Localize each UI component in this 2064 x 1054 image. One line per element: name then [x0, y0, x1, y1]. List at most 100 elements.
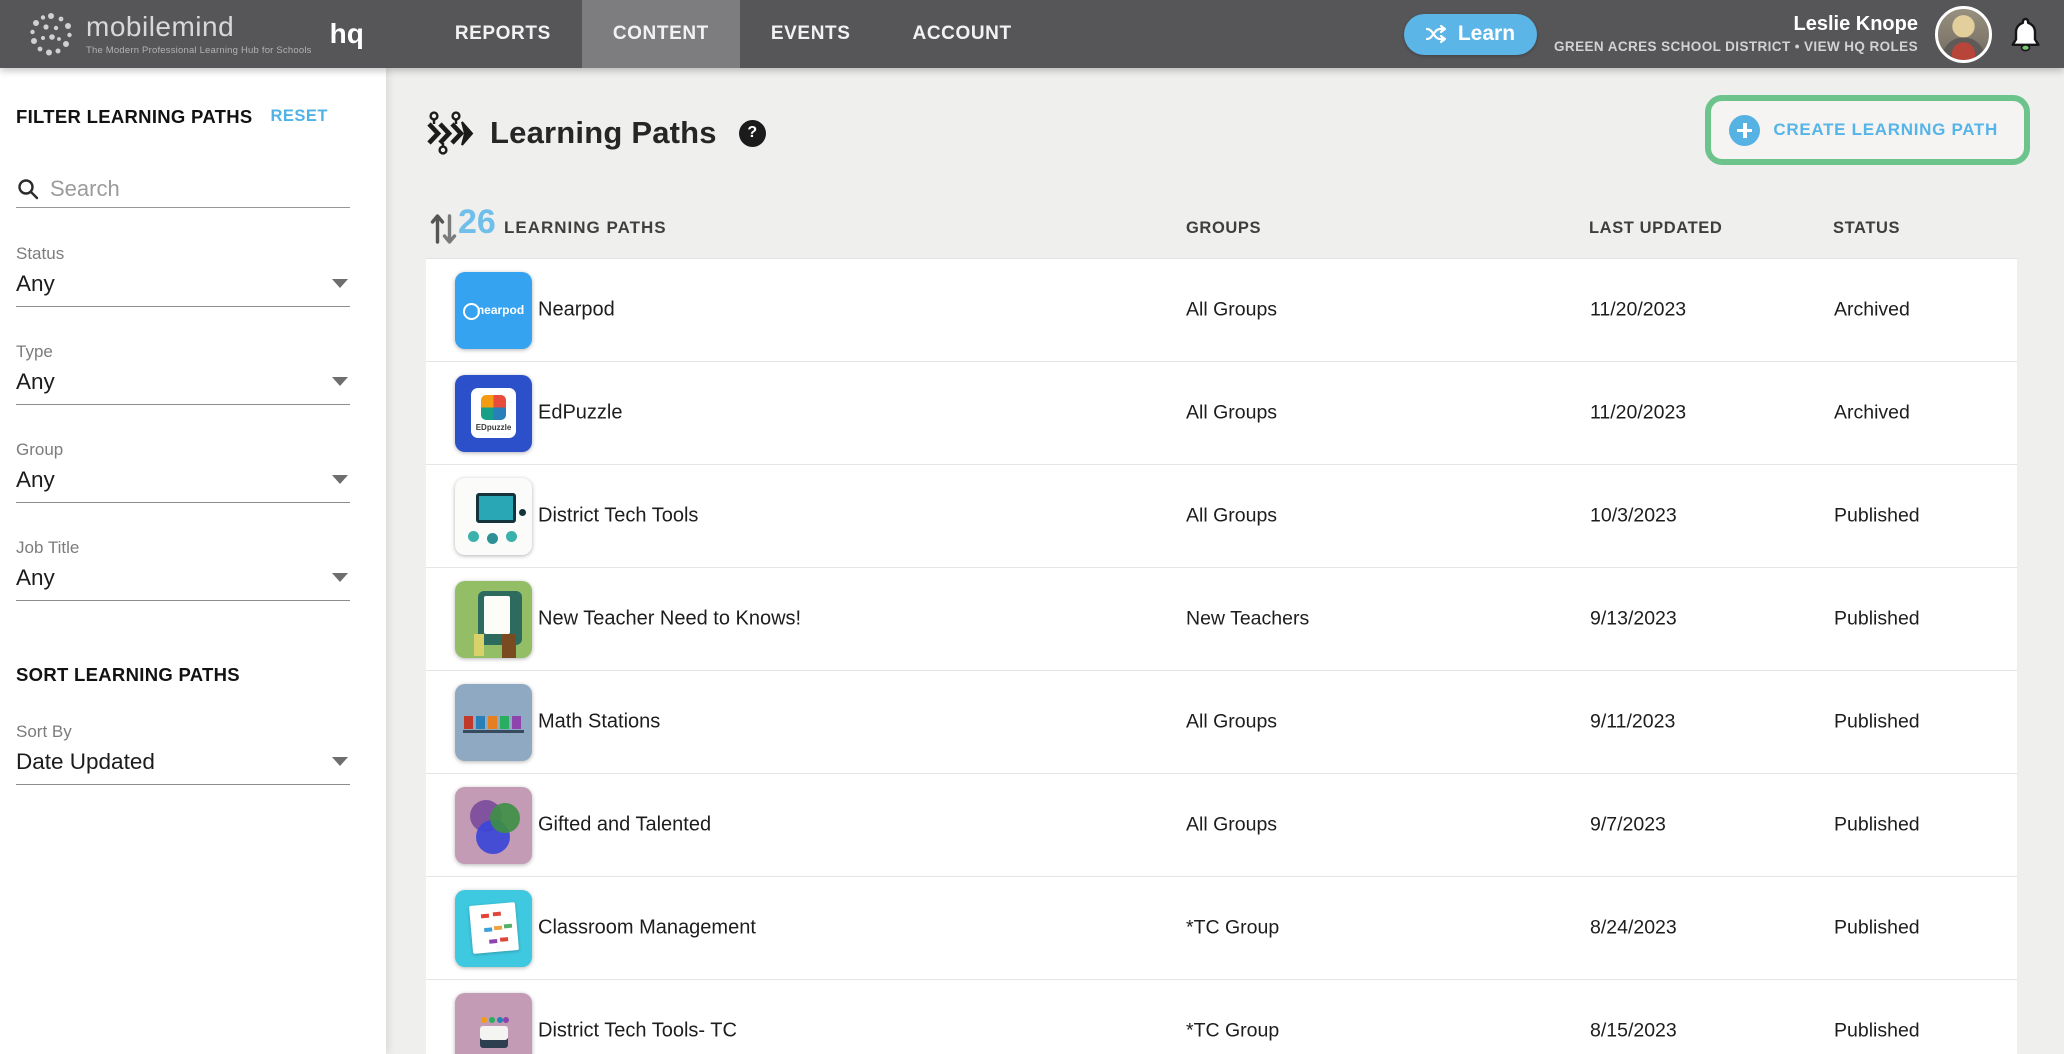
- filter-selected-value: Any: [16, 467, 350, 493]
- navbar-right: Learn Leslie Knope GREEN ACRES SCHOOL DI…: [1404, 6, 2064, 63]
- learning-path-group: New Teachers: [1186, 608, 1309, 631]
- filter-sidebar: FILTER LEARNING PATHS RESET Status Any T…: [0, 68, 386, 1054]
- filter-label: Type: [16, 342, 350, 362]
- logo-tagline: The Modern Professional Learning Hub for…: [86, 45, 312, 56]
- chevron-down-icon: [332, 475, 348, 484]
- column-header[interactable]: STATUS: [1833, 219, 1900, 238]
- learning-path-thumbnail: nearpod: [455, 272, 532, 349]
- column-headers: GROUPS LAST UPDATED STATUS: [426, 200, 2017, 258]
- user-menu[interactable]: Leslie Knope GREEN ACRES SCHOOL DISTRICT…: [1554, 13, 1918, 55]
- learning-paths-table: nearpod Nearpod All Groups 11/20/2023 Ar…: [426, 258, 2017, 1054]
- chevron-down-icon: [332, 573, 348, 582]
- filter-select[interactable]: Group Any: [16, 440, 350, 503]
- logo-hq-suffix: hq: [330, 18, 364, 50]
- learning-path-status: Published: [1834, 917, 1920, 940]
- learning-paths-icon: [426, 110, 474, 156]
- learning-path-row[interactable]: Classroom Management *TC Group 8/24/2023…: [426, 877, 2017, 980]
- learning-path-group: All Groups: [1186, 402, 1277, 425]
- primary-nav: REPORTS CONTENT EVENTS ACCOUNT: [424, 0, 1043, 68]
- chevron-down-icon: [332, 757, 348, 766]
- learning-path-last-updated: 11/20/2023: [1590, 402, 1686, 425]
- learning-path-title[interactable]: District Tech Tools- TC: [538, 1020, 737, 1043]
- notifications-bell-icon[interactable]: [2009, 16, 2042, 53]
- learning-path-status: Published: [1834, 1020, 1920, 1043]
- learning-path-title[interactable]: New Teacher Need to Knows!: [538, 608, 801, 631]
- nav-tab[interactable]: CONTENT: [582, 0, 740, 68]
- column-header[interactable]: LAST UPDATED: [1589, 219, 1722, 238]
- filter-label: Status: [16, 244, 350, 264]
- nav-tab[interactable]: EVENTS: [740, 0, 882, 68]
- learning-path-thumbnail: [455, 993, 532, 1054]
- learning-path-row[interactable]: District Tech Tools All Groups 10/3/2023…: [426, 465, 2017, 568]
- create-learning-path-button[interactable]: CREATE LEARNING PATH: [1705, 95, 2030, 165]
- learning-path-last-updated: 9/13/2023: [1590, 608, 1677, 631]
- column-header[interactable]: GROUPS: [1186, 219, 1261, 238]
- learning-path-status: Archived: [1834, 402, 1910, 425]
- learning-path-thumbnail: [455, 581, 532, 658]
- sort-by-select[interactable]: Sort By Date Updated: [16, 722, 350, 785]
- thumbnail-text: nearpod: [455, 303, 532, 317]
- nav-tab[interactable]: ACCOUNT: [882, 0, 1043, 68]
- learning-path-title[interactable]: EdPuzzle: [538, 402, 623, 425]
- filter-selected-value: Any: [16, 565, 350, 591]
- learning-path-title[interactable]: Classroom Management: [538, 917, 756, 940]
- filter-select[interactable]: Type Any: [16, 342, 350, 405]
- nav-tab[interactable]: REPORTS: [424, 0, 582, 68]
- sort-heading: SORT LEARNING PATHS: [16, 664, 240, 686]
- shuffle-icon: [1426, 24, 1449, 44]
- learning-path-group: All Groups: [1186, 711, 1277, 734]
- learning-path-title[interactable]: Math Stations: [538, 711, 660, 734]
- user-name: Leslie Knope: [1554, 13, 1918, 36]
- learning-path-title[interactable]: Gifted and Talented: [538, 814, 711, 837]
- filter-selected-value: Any: [16, 369, 350, 395]
- main-content: Learning Paths ? CREATE LEARNING PATH 26…: [386, 68, 2064, 1054]
- logo-text-block: mobilemind The Modern Professional Learn…: [86, 13, 312, 56]
- learning-path-status: Archived: [1834, 299, 1910, 322]
- chevron-down-icon: [332, 377, 348, 386]
- learning-path-row[interactable]: Gifted and Talented All Groups 9/7/2023 …: [426, 774, 2017, 877]
- learn-button[interactable]: Learn: [1404, 14, 1537, 55]
- learn-button-label: Learn: [1458, 22, 1515, 46]
- learning-path-title[interactable]: District Tech Tools: [538, 505, 698, 528]
- learning-path-row[interactable]: EDpuzzle EdPuzzle All Groups 11/20/2023 …: [426, 362, 2017, 465]
- learning-path-group: *TC Group: [1186, 917, 1279, 940]
- learning-path-thumbnail: [455, 684, 532, 761]
- learning-path-group: All Groups: [1186, 814, 1277, 837]
- filter-label: Group: [16, 440, 350, 460]
- chevron-down-icon: [332, 279, 348, 288]
- sort-by-label: Sort By: [16, 722, 350, 742]
- learning-path-last-updated: 9/7/2023: [1590, 814, 1666, 837]
- learning-path-thumbnail: [455, 890, 532, 967]
- learning-path-thumbnail: EDpuzzle: [455, 375, 532, 452]
- help-icon[interactable]: ?: [739, 120, 766, 147]
- learning-path-last-updated: 10/3/2023: [1590, 505, 1677, 528]
- learning-path-status: Published: [1834, 608, 1920, 631]
- user-district-roles[interactable]: GREEN ACRES SCHOOL DISTRICT • VIEW HQ RO…: [1554, 39, 1918, 55]
- filter-label: Job Title: [16, 538, 350, 558]
- learning-path-title[interactable]: Nearpod: [538, 299, 615, 322]
- filter-selects: Status Any Type Any Group Any Job Title …: [0, 68, 386, 1054]
- learning-path-group: *TC Group: [1186, 1020, 1279, 1043]
- learning-path-row[interactable]: New Teacher Need to Knows! New Teachers …: [426, 568, 2017, 671]
- thumbnail-text: [476, 820, 510, 854]
- logo-name: mobilemind: [86, 13, 312, 41]
- learning-path-row[interactable]: Math Stations All Groups 9/11/2023 Publi…: [426, 671, 2017, 774]
- learning-path-status: Published: [1834, 814, 1920, 837]
- learning-path-last-updated: 8/24/2023: [1590, 917, 1677, 940]
- sort-by-value: Date Updated: [16, 749, 350, 775]
- page-header: Learning Paths ?: [426, 110, 766, 156]
- learning-path-row[interactable]: District Tech Tools- TC *TC Group 8/15/2…: [426, 980, 2017, 1054]
- learning-path-status: Published: [1834, 505, 1920, 528]
- filter-select[interactable]: Status Any: [16, 244, 350, 307]
- list-header: 26 LEARNING PATHS GROUPS LAST UPDATED ST…: [426, 200, 2017, 258]
- page-title: Learning Paths: [490, 115, 717, 151]
- learning-path-row[interactable]: nearpod Nearpod All Groups 11/20/2023 Ar…: [426, 259, 2017, 362]
- avatar[interactable]: [1935, 6, 1992, 63]
- mobilemind-logo[interactable]: mobilemind The Modern Professional Learn…: [0, 11, 364, 57]
- learning-path-last-updated: 9/11/2023: [1590, 711, 1675, 734]
- learning-path-thumbnail: [455, 478, 532, 555]
- learning-path-last-updated: 11/20/2023: [1590, 299, 1686, 322]
- filter-select[interactable]: Job Title Any: [16, 538, 350, 601]
- learning-path-group: All Groups: [1186, 505, 1277, 528]
- learning-path-status: Published: [1834, 711, 1920, 734]
